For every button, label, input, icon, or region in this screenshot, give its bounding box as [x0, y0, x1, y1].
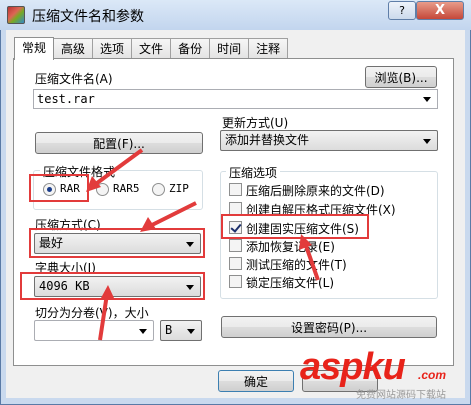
- annotation-arrow-format: [91, 148, 144, 188]
- annotation-arrows: [86, 148, 320, 341]
- tab-general[interactable]: 常规: [14, 37, 55, 60]
- annotation-arrow-method: [149, 201, 197, 228]
- annotation-arrow-solid: [303, 242, 320, 281]
- watermark-brand: aspku: [300, 346, 406, 388]
- watermark-tld: .com: [418, 368, 447, 382]
- watermark-subtitle: 免费网站源码下载站: [356, 390, 446, 401]
- annotation-arrow-dictionary: [98, 293, 109, 341]
